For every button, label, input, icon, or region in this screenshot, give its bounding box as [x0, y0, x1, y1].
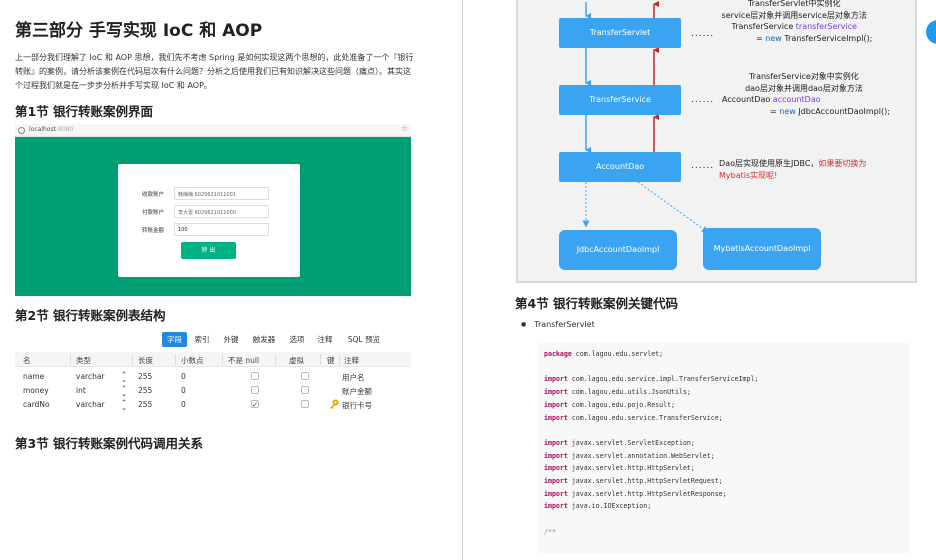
dao-note: Dao层实现使用原生JDBC，如果要切换为 Mybatis实现呢!	[719, 159, 867, 180]
code-block: package com.lagou.edu.servlet; import com…	[537, 343, 910, 553]
section-4-title: 第4节 银行转账案例关键代码	[515, 296, 679, 311]
field-length: 255	[138, 386, 153, 395]
code-line: import javax.servlet.http.HttpServletRes…	[544, 489, 727, 498]
code-line: import javax.servlet.ServletException;	[544, 438, 695, 447]
code-line: import javax.servlet.http.HttpServlet;	[544, 464, 695, 473]
virtual-checkbox[interactable]	[301, 372, 309, 380]
field-comment: 用户名	[342, 373, 365, 382]
code-line: /**	[544, 527, 556, 536]
col-length: 长度	[138, 356, 153, 365]
col-key: 键	[327, 356, 335, 365]
code-line: import com.lagou.edu.service.impl.Transf…	[544, 375, 759, 384]
field-comment: 账户金额	[342, 387, 372, 396]
tab-triggers[interactable]: 触发器	[249, 332, 279, 347]
section-1-title: 第1节 银行转账案例界面	[15, 104, 154, 119]
transfer-button[interactable]: 转 出	[181, 242, 236, 259]
table-header: 名 类型 长度 小数点 不是 null 虚拟 键 注释	[15, 352, 411, 367]
field-length: 255	[138, 372, 153, 381]
payer-input[interactable]: 李大雷 6029621011000	[174, 205, 269, 218]
code-line: import com.lagou.edu.pojo.Result;	[544, 400, 676, 409]
section-3-title: 第3节 银行转账案例代码调用关系	[15, 436, 204, 451]
field-decimal: 0	[181, 400, 186, 409]
code-line: import javax.servlet.annotation.WebServl…	[544, 451, 715, 460]
node-transfer-service: TransferService	[559, 85, 681, 115]
section-2-title: 第2节 银行转账案例表结构	[15, 308, 166, 323]
intro-paragraph: 上一部分我们理解了 IoC 和 AOP 思想，我们先不考虑 Spring 是如何…	[15, 53, 414, 90]
service-note: TransferService对象中实例化 dao层对象并调用dao层对象方法 …	[722, 72, 890, 116]
code-line: import javax.servlet.http.HttpServletReq…	[544, 477, 723, 485]
tab-options[interactable]: 选项	[286, 332, 308, 347]
col-not-null: 不是 null	[228, 356, 260, 365]
payer-row: 付款账户 李大雷 6029621011000	[118, 205, 300, 219]
col-type: 类型	[76, 356, 91, 365]
bullet-transfer-servlet: TransferServlet	[521, 320, 594, 329]
bookmark-star-icon[interactable]: ☆	[401, 124, 408, 133]
tab-sql-preview[interactable]: SQL 预览	[344, 332, 384, 347]
type-stepper-icon[interactable]: ⌃ ⌄	[121, 385, 127, 398]
payee-label: 收款账户	[142, 192, 165, 198]
field-name: cardNo	[23, 400, 50, 409]
tab-comments[interactable]: 注释	[314, 332, 336, 347]
code-line: import java.io.IOException;	[544, 502, 652, 511]
primary-key-icon	[330, 399, 339, 409]
amount-row: 转账金额 100	[118, 223, 300, 237]
not-null-checkbox[interactable]: ✓	[251, 400, 259, 408]
field-type: int	[76, 386, 86, 395]
type-stepper-icon[interactable]: ⌃ ⌄	[121, 399, 127, 412]
amount-input[interactable]: 100	[174, 223, 269, 236]
ellipsis-dots: ......	[691, 29, 715, 39]
amount-label: 转账金额	[142, 228, 165, 234]
left-page: 第三部分 手写实现 IoC 和 AOP 上一部分我们理解了 IoC 和 AOP …	[0, 0, 462, 560]
payee-row: 收款账户 韩梅梅 6029621011001	[118, 187, 300, 201]
tab-fields[interactable]: 字段	[162, 332, 187, 347]
browser-url[interactable]: localhost:8080	[29, 126, 73, 133]
dotted-arrow	[637, 181, 709, 234]
node-mybatis-account-dao-impl: MybatisAccountDaoImpl	[703, 228, 821, 270]
field-type: varchar	[76, 400, 105, 409]
table-row[interactable]: money int ⌃ ⌄ 255 0 账户金额	[15, 384, 411, 398]
node-account-dao: AccountDao	[559, 152, 681, 182]
transfer-form: 收款账户 韩梅梅 6029621011001 付款账户 李大雷 60296210…	[118, 164, 300, 277]
field-decimal: 0	[181, 386, 186, 395]
field-length: 255	[138, 400, 153, 409]
tab-indexes[interactable]: 索引	[192, 332, 212, 347]
type-stepper-icon[interactable]: ⌃ ⌄	[121, 371, 127, 384]
virtual-checkbox[interactable]	[301, 386, 309, 394]
col-comment: 注释	[344, 356, 359, 365]
servlet-note: TransferServlet中实例化 service层对象并调用service…	[721, 0, 873, 43]
field-comment: 银行卡号	[342, 401, 372, 410]
field-name: money	[23, 386, 49, 395]
field-decimal: 0	[181, 372, 186, 381]
tab-foreign-keys[interactable]: 外键	[220, 332, 242, 347]
code-line: import com.lagou.edu.service.TransferSer…	[544, 413, 723, 422]
table-row[interactable]: name varchar ⌃ ⌄ 255 0 用户名	[15, 370, 411, 384]
info-icon	[18, 127, 25, 134]
code-line: package com.lagou.edu.servlet;	[544, 350, 664, 358]
col-virtual: 虚拟	[289, 356, 304, 365]
ellipsis-dots: ......	[691, 95, 715, 105]
col-decimal: 小数点	[181, 356, 204, 365]
call-relationship-diagram: TransferServlet TransferService AccountD…	[516, 0, 917, 283]
table-row[interactable]: cardNo varchar ⌃ ⌄ 255 0 ✓ 银行卡号	[15, 398, 411, 412]
node-jdbc-account-dao-impl: JdbcAccountDaoImpl	[559, 230, 677, 270]
payer-label: 付款账户	[142, 210, 165, 216]
not-null-checkbox[interactable]	[251, 372, 259, 380]
virtual-checkbox[interactable]	[301, 400, 309, 408]
not-null-checkbox[interactable]	[251, 386, 259, 394]
payee-input[interactable]: 韩梅梅 6029621011001	[174, 187, 269, 200]
ellipsis-dots: ......	[691, 161, 715, 171]
node-transfer-servlet: TransferServlet	[559, 18, 681, 48]
field-type: varchar	[76, 372, 105, 381]
code-line: import com.lagou.edu.utils.JsonUtils;	[544, 388, 691, 397]
browser-address-bar: localhost:8080 ☆	[15, 124, 411, 137]
field-name: name	[23, 372, 45, 381]
part-title: 第三部分 手写实现 IoC 和 AOP	[15, 21, 263, 41]
col-name: 名	[23, 356, 31, 365]
